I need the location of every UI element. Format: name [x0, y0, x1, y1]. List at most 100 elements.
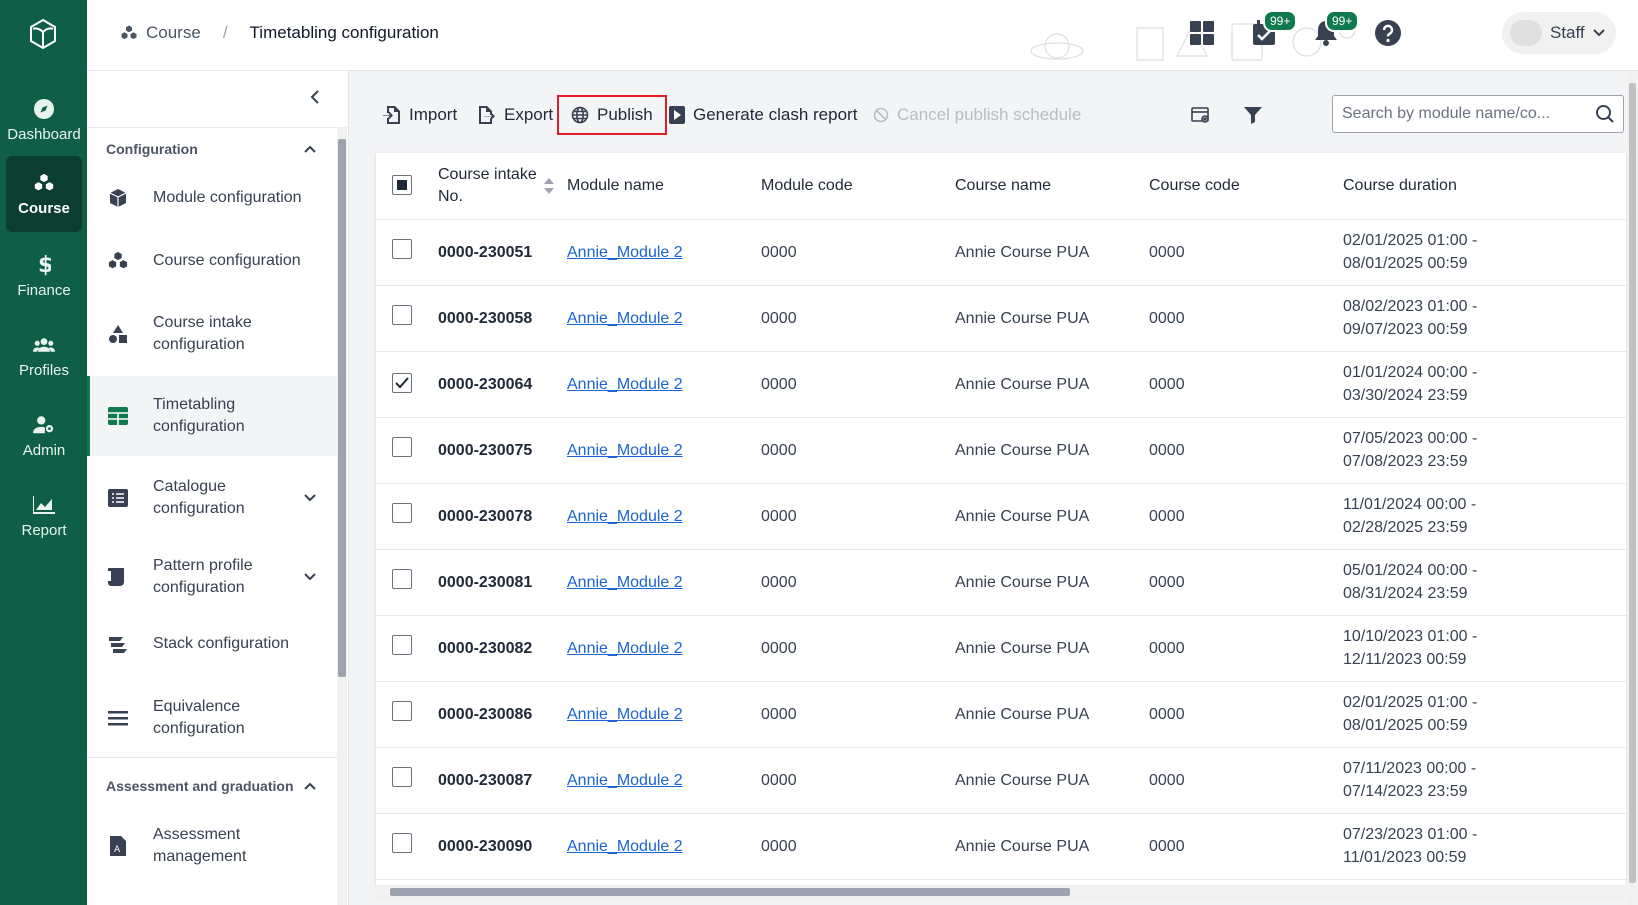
clash-report-label: Generate clash report: [693, 105, 858, 124]
cell-course-name: Annie Course PUA: [955, 837, 1090, 855]
table-row[interactable]: 0000-230086 Annie_Module 2 0000 Annie Cours…: [376, 681, 1626, 747]
cell-course-name: Annie Course PUA: [955, 243, 1090, 261]
module-name-link[interactable]: Annie_Module 2: [567, 376, 683, 393]
sidebar-item-assessment-management[interactable]: A Assessment management: [87, 821, 337, 871]
rail-item-admin[interactable]: Admin: [6, 398, 82, 474]
row-checkbox[interactable]: [392, 832, 412, 853]
rail-item-dashboard[interactable]: Dashboard: [6, 82, 82, 158]
export-icon: [479, 106, 495, 124]
tasks-button[interactable]: 99+: [1249, 10, 1298, 48]
table-row[interactable]: 0000-230081 Annie_Module 2 0000 Annie Cours…: [376, 549, 1626, 615]
cancel-publish-schedule-button[interactable]: Cancel publish schedule: [867, 95, 1087, 135]
row-checkbox[interactable]: [392, 436, 412, 457]
cell-module-code: 0000: [761, 309, 797, 327]
chevron-up-icon[interactable]: [303, 142, 317, 156]
page-vertical-scrollbar[interactable]: [1627, 71, 1638, 905]
stack-icon: [107, 633, 129, 655]
chevron-down-icon[interactable]: [303, 491, 317, 505]
sidebar-item-course-configuration[interactable]: Course configuration: [87, 238, 337, 284]
chevron-down-icon: [1592, 29, 1605, 37]
cell-intake-no: 0000-230087: [438, 771, 533, 789]
duration-start: 11/01/2024 00:00 -: [1343, 496, 1477, 513]
collapse-sidebar-icon[interactable]: [305, 87, 325, 107]
filter-button[interactable]: [1237, 95, 1269, 135]
chevron-up-icon[interactable]: [303, 779, 317, 793]
table-row[interactable]: 0000-230051 Annie_Module 2 0000 Annie Cours…: [376, 219, 1626, 285]
module-name-link[interactable]: Annie_Module 2: [567, 838, 683, 855]
row-checkbox[interactable]: [392, 502, 412, 523]
avatar: [1510, 20, 1542, 46]
chevron-down-icon[interactable]: [303, 570, 317, 584]
dollar-icon: $: [33, 253, 55, 277]
toolbar: Import Export Publish Generate clash rep…: [349, 95, 1627, 135]
module-name-link[interactable]: Annie_Module 2: [567, 310, 683, 327]
sidebar-scrollbar[interactable]: [337, 127, 347, 905]
table-horizontal-scrollbar[interactable]: [376, 885, 1626, 899]
duration-start: 07/11/2023 00:00 -: [1343, 760, 1477, 777]
table-row[interactable]: 0000-230090 Annie_Module 2 0000 Annie Cours…: [376, 813, 1626, 879]
table-row[interactable]: 0000-230064 Annie_Module 2 0000 Annie Cours…: [376, 351, 1626, 417]
select-all-checkbox[interactable]: [392, 174, 412, 195]
rail-item-profiles[interactable]: Profiles: [6, 318, 82, 394]
module-name-link[interactable]: Annie_Module 2: [567, 772, 683, 789]
sidebar-item-stack-configuration[interactable]: Stack configuration: [87, 621, 337, 667]
column-header-intake[interactable]: Course intake No.: [438, 153, 567, 219]
row-checkbox[interactable]: [392, 238, 412, 259]
module-name-link[interactable]: Annie_Module 2: [567, 706, 683, 723]
module-name-link[interactable]: Annie_Module 2: [567, 508, 683, 525]
module-name-link[interactable]: Annie_Module 2: [567, 442, 683, 459]
table-row[interactable]: 0000-230087 Annie_Module 2 0000 Annie Cours…: [376, 747, 1626, 813]
sidebar-item-timetabling-configuration[interactable]: Timetabling configuration: [87, 376, 337, 456]
table-row[interactable]: 0000-230078 Annie_Module 2 0000 Annie Cours…: [376, 483, 1626, 549]
cell-course-code: 0000: [1149, 573, 1185, 591]
notifications-button[interactable]: 99+: [1311, 10, 1360, 48]
module-name-link[interactable]: Annie_Module 2: [567, 574, 683, 591]
rail-item-report[interactable]: Report: [6, 478, 82, 554]
export-label: Export: [504, 105, 554, 124]
cell-course-code: 0000: [1149, 837, 1185, 855]
column-header-course-name: Course name: [955, 176, 1052, 194]
row-checkbox[interactable]: [392, 766, 412, 787]
row-checkbox[interactable]: [392, 700, 412, 721]
module-name-link[interactable]: Annie_Module 2: [567, 244, 683, 261]
module-name-link[interactable]: Annie_Module 2: [567, 640, 683, 657]
svg-text:A: A: [114, 845, 121, 855]
search-input[interactable]: [1333, 96, 1583, 132]
rail-item-course[interactable]: Course: [6, 156, 82, 232]
sort-icon[interactable]: [544, 177, 554, 194]
filter-icon: [1244, 107, 1262, 124]
search-icon[interactable]: [1595, 104, 1615, 124]
sidebar-item-pattern-profile-configuration[interactable]: Pattern profile configuration: [87, 541, 337, 613]
timetable-table-container: Course intake No. Module name Module cod…: [376, 153, 1626, 885]
rail-item-finance[interactable]: $ Finance: [6, 238, 82, 314]
row-checkbox[interactable]: [392, 568, 412, 589]
cell-intake-no: 0000-230078: [438, 507, 533, 525]
generate-clash-report-button[interactable]: Generate clash report: [663, 95, 863, 135]
table-row[interactable]: 0000-230075 Annie_Module 2 0000 Annie Cours…: [376, 417, 1626, 483]
sidebar-item-course-intake-configuration[interactable]: Course intake configuration: [87, 299, 337, 369]
export-button[interactable]: Export: [472, 95, 559, 135]
row-checkbox[interactable]: [392, 304, 412, 325]
cell-course-duration: 11/01/2024 00:00 - 02/28/2025 23:59: [1343, 483, 1626, 549]
column-settings-button[interactable]: [1185, 95, 1217, 135]
cell-module-code: 0000: [761, 573, 797, 591]
cell-course-code: 0000: [1149, 309, 1185, 327]
sidebar-item-module-configuration[interactable]: Module configuration: [87, 175, 337, 221]
breadcrumb-parent[interactable]: Course: [120, 23, 201, 43]
row-checkbox[interactable]: [392, 372, 412, 393]
apps-grid-icon[interactable]: [1187, 18, 1217, 48]
divider: [87, 127, 348, 128]
help-button[interactable]: [1373, 18, 1403, 48]
cell-course-name: Annie Course PUA: [955, 375, 1090, 393]
row-checkbox[interactable]: [392, 634, 412, 655]
sidebar-item-catalogue-configuration[interactable]: Catalogue configuration: [87, 463, 337, 533]
section-configuration-label: Configuration: [106, 141, 198, 157]
publish-button[interactable]: Publish: [557, 95, 667, 135]
import-button[interactable]: Import: [377, 95, 463, 135]
table-row[interactable]: 0000-230082 Annie_Module 2 0000 Annie Cours…: [376, 615, 1626, 681]
cancel-publish-label: Cancel publish schedule: [897, 105, 1082, 124]
sidebar-item-equivalence-configuration[interactable]: Equivalence configuration: [87, 683, 337, 753]
table-row[interactable]: 0000-230058 Annie_Module 2 0000 Annie Cours…: [376, 285, 1626, 351]
user-menu[interactable]: Staff: [1502, 12, 1616, 54]
duration-end: 07/14/2023 23:59: [1343, 783, 1468, 800]
